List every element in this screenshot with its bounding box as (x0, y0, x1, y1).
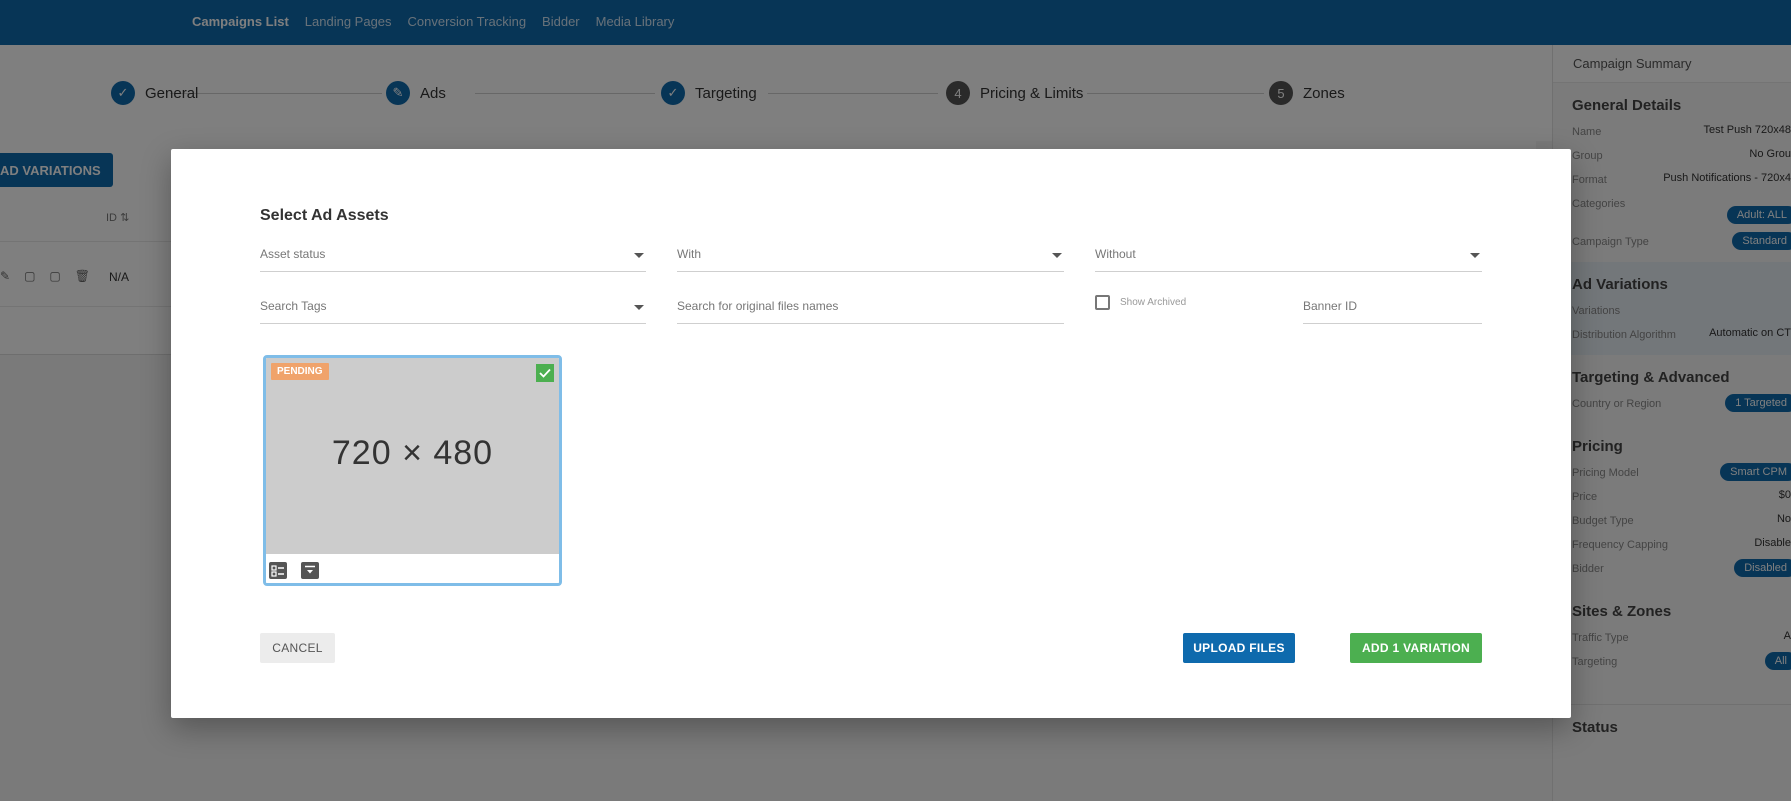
modal-title: Select Ad Assets (260, 207, 389, 224)
asset-card[interactable]: 720 × 480 PENDING (263, 355, 562, 586)
pending-status-badge: PENDING (271, 363, 329, 380)
archive-download-icon[interactable] (301, 562, 319, 579)
without-select[interactable]: Without (1095, 242, 1482, 272)
chevron-down-icon (634, 305, 644, 310)
with-select[interactable]: With (677, 242, 1064, 272)
details-list-icon[interactable] (269, 562, 287, 579)
add-variation-button[interactable]: ADD 1 VARIATION (1350, 633, 1482, 663)
upload-files-button[interactable]: UPLOAD FILES (1183, 633, 1295, 663)
select-ad-assets-modal: Select Ad Assets Asset status With Witho… (171, 149, 1571, 718)
asset-status-select[interactable]: Asset status (260, 242, 646, 272)
without-placeholder: Without (1095, 247, 1136, 261)
search-files-placeholder: Search for original files names (677, 299, 839, 313)
banner-id-placeholder: Banner ID (1303, 299, 1358, 313)
search-tags-placeholder: Search Tags (260, 299, 327, 313)
show-archived-toggle[interactable]: Show Archived (1095, 295, 1186, 310)
with-placeholder: With (677, 247, 701, 261)
chevron-down-icon (1470, 253, 1480, 258)
asset-dimensions: 720 × 480 (331, 434, 494, 472)
banner-id-input[interactable]: Banner ID (1303, 294, 1482, 324)
check-icon[interactable] (536, 364, 554, 382)
search-files-input[interactable]: Search for original files names (677, 294, 1064, 324)
search-tags-select[interactable]: Search Tags (260, 294, 646, 324)
asset-toolbar (266, 554, 559, 583)
chevron-down-icon (634, 253, 644, 258)
cancel-button[interactable]: CANCEL (260, 633, 335, 663)
show-archived-checkbox[interactable] (1095, 295, 1110, 310)
asset-thumbnail[interactable]: 720 × 480 (266, 358, 559, 554)
chevron-down-icon (1052, 253, 1062, 258)
asset-status-placeholder: Asset status (260, 247, 326, 261)
show-archived-label: Show Archived (1120, 297, 1187, 308)
